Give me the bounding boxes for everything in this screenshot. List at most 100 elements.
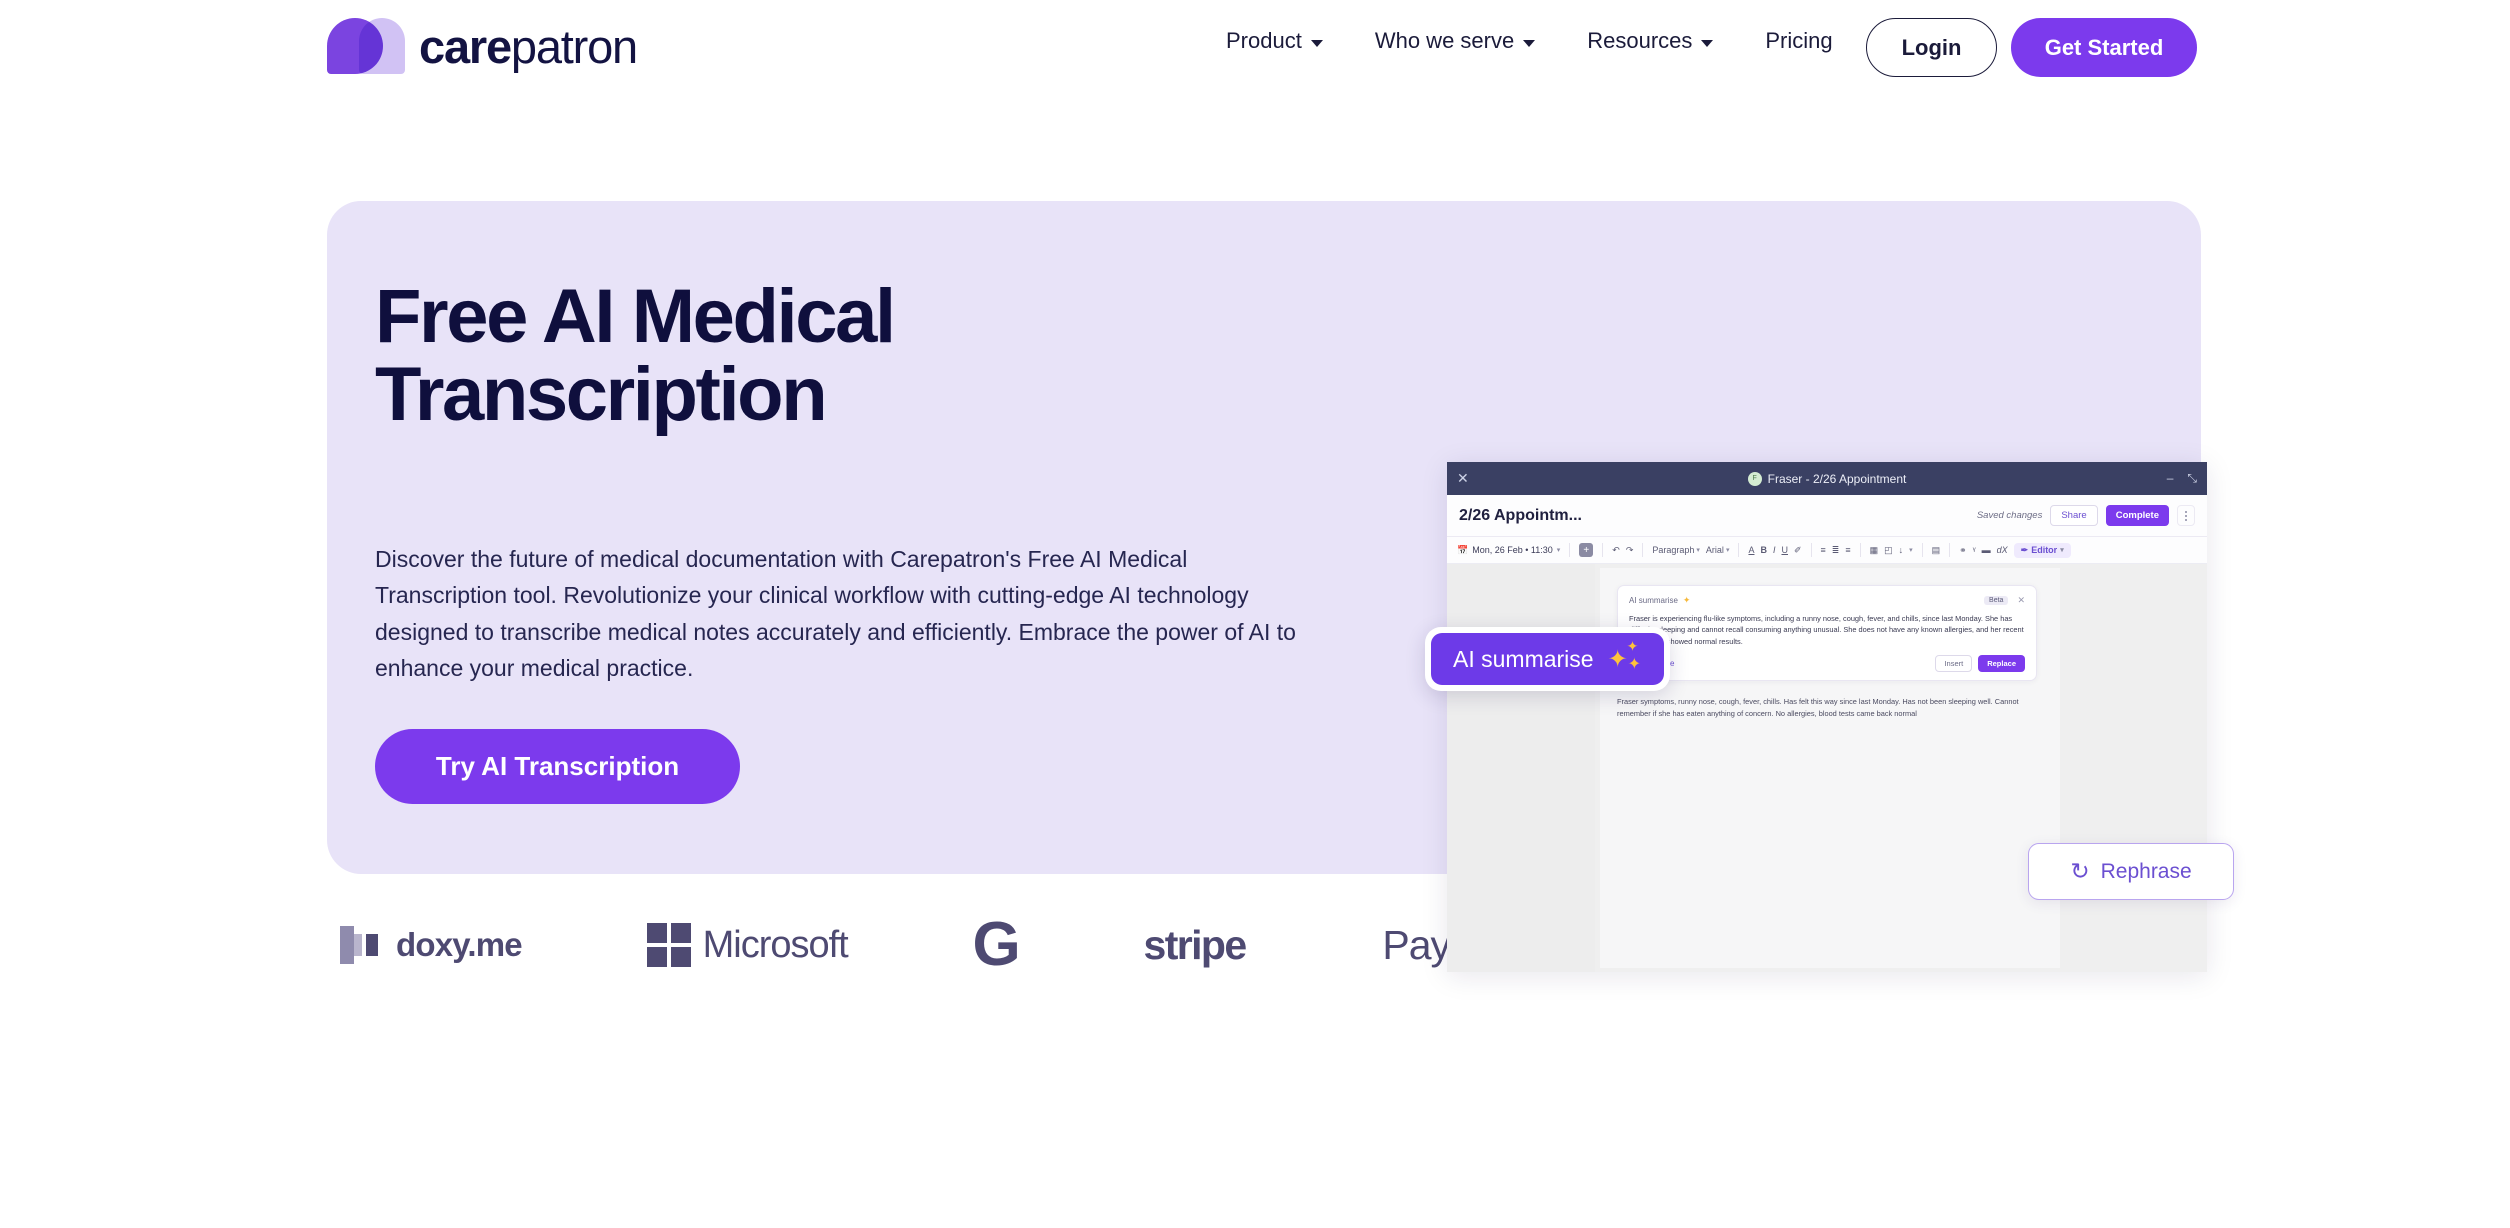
editor-body: AI summarise ✦ Beta ✕ Fraser is experien… [1447, 564, 2207, 972]
toolbar-divider [1859, 543, 1861, 557]
appointment-date-picker[interactable]: 📅 Mon, 26 Feb • 11:30 ▾ [1457, 545, 1560, 556]
logo-apple-pay: Pay [1370, 921, 1451, 969]
ai-summarise-floating-inner: AI summarise ✦ ✦ ✦ [1431, 633, 1664, 685]
nav-item-resources[interactable]: Resources [1561, 28, 1739, 54]
ai-summarise-card-label: AI summarise [1629, 596, 1678, 605]
nav-item-who-we-serve[interactable]: Who we serve [1349, 28, 1561, 54]
close-icon[interactable]: ✕ [1457, 470, 1469, 487]
editor-side-rail [1447, 564, 1595, 972]
numbered-list-icon[interactable]: ≣ [1832, 545, 1840, 556]
nav-item-pricing-label: Pricing [1765, 28, 1833, 53]
italic-icon[interactable]: I [1773, 545, 1776, 555]
font-family-label: Arial [1705, 545, 1724, 555]
document-note-text: Fraser symptoms, runny nose, cough, feve… [1617, 697, 2019, 718]
unlink-icon[interactable]: ⚭ [1959, 545, 1967, 556]
editor-mode-label: Editor [2031, 545, 2058, 555]
logo-microsoft: Microsoft [646, 923, 849, 967]
microsoft-icon [646, 923, 691, 967]
ai-summarise-floating-button[interactable]: AI summarise ✦ ✦ ✦ [1425, 627, 1670, 691]
toolbar-divider [1738, 543, 1740, 557]
carepatron-logo[interactable]: carepatron [327, 18, 638, 74]
tag-icon[interactable]: ▬ [1982, 545, 1991, 555]
text-color-icon[interactable]: A [1748, 545, 1754, 555]
document-name: 2/26 Appointm... [1459, 506, 1582, 524]
logo-microsoft-label: Microsoft [702, 923, 849, 966]
replace-button[interactable]: Replace [1978, 655, 2025, 672]
nav-item-product[interactable]: Product [1200, 28, 1349, 54]
chevron-down-icon: ▾ [2060, 547, 2064, 554]
google-icon: G [972, 910, 1021, 980]
primary-navigation: Product Who we serve Resources Pricing [1200, 28, 1859, 54]
image-icon[interactable]: ◰ [1884, 545, 1893, 556]
underline-icon[interactable]: U [1781, 545, 1788, 555]
editor-toolbar: 📅 Mon, 26 Feb • 11:30 ▾ + ↶ ↷ Paragraph ▾… [1447, 537, 2207, 564]
preview-window-title-text: Fraser - 2/26 Appointment [1767, 471, 1907, 486]
pen-icon: ✒ [2020, 544, 2029, 555]
doxyme-icon-bar-2 [354, 934, 362, 956]
try-ai-transcription-button[interactable]: Try AI Transcription [375, 729, 740, 804]
microphone-icon[interactable]: ↓ [1899, 545, 1904, 555]
editor-mode-select[interactable]: ✒ Editor ▾ [2013, 542, 2071, 558]
highlight-icon[interactable]: ✐ [1794, 545, 1802, 556]
microsoft-icon-tile [670, 923, 691, 943]
preview-title-bar: ✕ F Fraser - 2/26 Appointment – ⤡ [1447, 462, 2207, 495]
beta-badge: Beta [1984, 596, 2009, 605]
login-button[interactable]: Login [1866, 18, 1997, 77]
sparkle-mid-icon: ✦ [1627, 656, 1641, 673]
preview-window-title: F Fraser - 2/26 Appointment [1447, 471, 2207, 486]
add-block-button[interactable]: + [1579, 543, 1594, 557]
get-started-button[interactable]: Get Started [2011, 18, 2197, 77]
paragraph-style-label: Paragraph [1652, 545, 1695, 555]
close-icon[interactable]: ✕ [2017, 595, 2025, 606]
logo-google: G [972, 910, 1021, 980]
doxyme-icon-bar-1 [340, 926, 354, 964]
ai-summarise-card: AI summarise ✦ Beta ✕ Fraser is experien… [1617, 585, 2037, 681]
chevron-down-icon [1523, 39, 1536, 47]
align-icon[interactable]: ≡ [1845, 545, 1850, 555]
bullet-list-icon[interactable]: ≡ [1821, 545, 1826, 555]
preview-window-controls: – ⤡ [2167, 471, 2197, 486]
logo-stripe-label: stripe [1143, 921, 1248, 968]
logo-wordmark: carepatron [419, 19, 638, 73]
site-header: carepatron Product Who we serve Resource… [0, 0, 2510, 96]
page-title-line-2: Transcription [375, 351, 828, 437]
partner-logo-strip: doxy.me Microsoft G stripe Pay [340, 900, 1451, 990]
avatar: F [1747, 471, 1762, 486]
document-header: 2/26 Appointm... Saved changes Share Com… [1447, 495, 2207, 537]
document-header-actions: Saved changes Share Complete [1977, 505, 2195, 526]
logo-apple-pay-label: Pay [1382, 921, 1451, 968]
expand-icon[interactable]: ⤡ [2187, 471, 2197, 486]
microsoft-icon-tile [646, 947, 667, 967]
microsoft-icon-tile [646, 923, 667, 943]
refresh-icon: ↻ [2070, 858, 2090, 884]
insert-button[interactable]: Insert [1935, 655, 1973, 672]
toolbar-divider [1569, 543, 1571, 557]
doxyme-icon-bar-3 [366, 934, 378, 956]
redo-icon[interactable]: ↷ [1626, 545, 1634, 556]
logo-shape-secondary [359, 18, 405, 74]
attachment-icon[interactable]: ᵞ [1973, 545, 1976, 555]
font-family-select[interactable]: Arial ▾ [1706, 545, 1730, 555]
more-insert-icon[interactable]: ▾ [1909, 546, 1913, 554]
nav-item-pricing[interactable]: Pricing [1739, 28, 1858, 54]
complete-button[interactable]: Complete [2105, 505, 2169, 526]
undo-icon[interactable]: ↶ [1612, 545, 1620, 556]
hero-description: Discover the future of medical documenta… [375, 546, 1296, 681]
table-icon[interactable]: ▦ [1870, 545, 1879, 556]
toolbar-divider [1810, 543, 1812, 557]
ai-summary-text: Fraser is experiencing flu-like symptoms… [1629, 614, 2024, 646]
ai-card-header: AI summarise ✦ Beta ✕ [1629, 595, 2025, 606]
share-button[interactable]: Share [2050, 505, 2098, 526]
minimize-icon[interactable]: – [2167, 471, 2174, 486]
clear-formatting-icon[interactable]: dX [1997, 545, 2008, 555]
document-icon[interactable]: ▤ [1932, 545, 1941, 556]
sparkle-large-icon: ✦ [1607, 646, 1628, 673]
rephrase-floating-button[interactable]: ↻ Rephrase [2028, 843, 2234, 900]
paragraph-style-select[interactable]: Paragraph ▾ [1652, 545, 1700, 555]
logo-wordmark-light: patron [510, 19, 638, 73]
more-options-icon[interactable] [2177, 505, 2195, 526]
logo-doxyme: doxy.me [340, 923, 523, 967]
bold-icon[interactable]: B [1760, 545, 1767, 555]
sparkle-icon: ✦ [1682, 595, 1691, 605]
sparkle-small-icon: ✦ [1626, 638, 1639, 654]
